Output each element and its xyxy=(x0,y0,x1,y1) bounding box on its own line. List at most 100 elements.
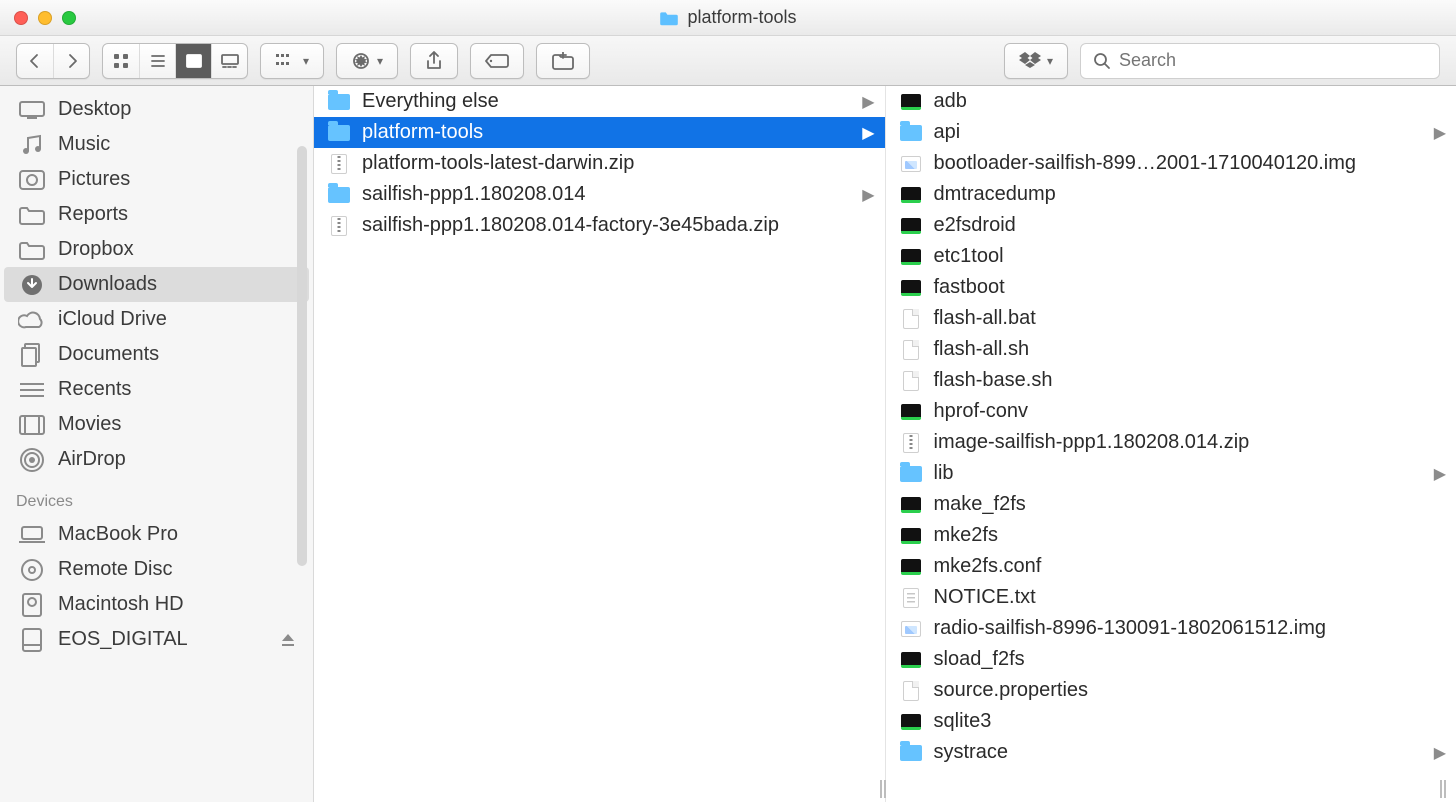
file-row[interactable]: lib▶ xyxy=(886,458,1456,489)
zip-icon xyxy=(328,215,350,237)
nav-back-button[interactable] xyxy=(17,44,53,78)
fullscreen-window-button[interactable] xyxy=(62,11,76,25)
view-icons-button[interactable] xyxy=(103,44,139,78)
file-row[interactable]: image-sailfish-ppp1.180208.014.zip xyxy=(886,427,1456,458)
chevron-right-icon: ▶ xyxy=(1434,743,1446,763)
file-row[interactable]: mke2fs xyxy=(886,520,1456,551)
txt-icon xyxy=(900,587,922,609)
file-row[interactable]: platform-tools-latest-darwin.zip xyxy=(314,148,885,179)
doc-icon xyxy=(900,370,922,392)
sidebar-item-recents[interactable]: Recents xyxy=(4,372,309,407)
sidebar-item-desktop[interactable]: Desktop xyxy=(4,92,309,127)
exec-icon xyxy=(900,91,922,113)
file-name: sailfish-ppp1.180208.014 xyxy=(362,183,586,206)
sidebar[interactable]: Desktop Music Pictures Reports Dropbox D… xyxy=(0,86,314,802)
sidebar-item-label: Music xyxy=(58,133,110,156)
file-row[interactable]: platform-tools▶ xyxy=(314,117,885,148)
nav-forward-button[interactable] xyxy=(53,44,89,78)
file-row[interactable]: systrace ▶ xyxy=(886,737,1456,768)
file-name: systrace xyxy=(934,741,1008,764)
file-name: mke2fs.conf xyxy=(934,555,1042,578)
column-resize-handle[interactable] xyxy=(880,780,890,798)
sidebar-item-music[interactable]: Music xyxy=(4,127,309,162)
sidebar-item-movies[interactable]: Movies xyxy=(4,407,309,442)
desktop-icon xyxy=(18,99,46,121)
share-button[interactable] xyxy=(410,43,458,79)
sidebar-item-label: Remote Disc xyxy=(58,558,172,581)
group-by-button[interactable]: ▾ xyxy=(260,43,324,79)
folder-icon xyxy=(328,122,350,144)
tags-button[interactable] xyxy=(470,43,524,79)
view-list-button[interactable] xyxy=(139,44,175,78)
documents-icon xyxy=(18,344,46,366)
file-row[interactable]: Everything else▶ xyxy=(314,86,885,117)
sidebar-item-label: Documents xyxy=(58,343,159,366)
zip-icon xyxy=(900,432,922,454)
file-row[interactable]: sailfish-ppp1.180208.014-factory-3e45bad… xyxy=(314,210,885,241)
file-row[interactable]: flash-all.bat xyxy=(886,303,1456,334)
exec-icon xyxy=(900,494,922,516)
file-row[interactable]: sload_f2fs xyxy=(886,644,1456,675)
search-input[interactable] xyxy=(1119,50,1427,71)
sidebar-item-label: EOS_DIGITAL xyxy=(58,628,188,651)
file-name: fastboot xyxy=(934,276,1005,299)
file-row[interactable]: source.properties xyxy=(886,675,1456,706)
sidebar-item-macbook-pro[interactable]: MacBook Pro xyxy=(4,517,309,552)
close-window-button[interactable] xyxy=(14,11,28,25)
search-field[interactable] xyxy=(1080,43,1440,79)
sidebar-item-dropbox[interactable]: Dropbox xyxy=(4,232,309,267)
file-row[interactable]: fastboot xyxy=(886,272,1456,303)
airdrop-icon xyxy=(18,449,46,471)
column-resize-handle[interactable] xyxy=(1440,780,1450,798)
file-row[interactable]: mke2fs.conf xyxy=(886,551,1456,582)
img-icon xyxy=(900,153,922,175)
exec-icon xyxy=(900,649,922,671)
file-row[interactable]: bootloader-sailfish-899…2001-1710040120.… xyxy=(886,148,1456,179)
eject-icon[interactable] xyxy=(281,633,295,647)
folder-icon xyxy=(900,463,922,485)
chevron-right-icon: ▶ xyxy=(862,185,874,205)
file-row[interactable]: hprof-conv xyxy=(886,396,1456,427)
sidebar-item-downloads[interactable]: Downloads xyxy=(4,267,309,302)
window-title: platform-tools xyxy=(0,7,1456,28)
sidebar-item-icloud-drive[interactable]: iCloud Drive xyxy=(4,302,309,337)
file-row[interactable]: sailfish-ppp1.180208.014 ▶ xyxy=(314,179,885,210)
sidebar-item-macintosh-hd[interactable]: Macintosh HD xyxy=(4,587,309,622)
minimize-window-button[interactable] xyxy=(38,11,52,25)
sidebar-item-airdrop[interactable]: AirDrop xyxy=(4,442,309,477)
file-row[interactable]: sqlite3 xyxy=(886,706,1456,737)
action-menu-button[interactable]: ▾ xyxy=(336,43,398,79)
sidebar-item-documents[interactable]: Documents xyxy=(4,337,309,372)
file-row[interactable]: NOTICE.txt xyxy=(886,582,1456,613)
file-name: Everything else xyxy=(362,90,499,113)
nav-back-forward xyxy=(16,43,90,79)
file-row[interactable]: adb xyxy=(886,86,1456,117)
file-row[interactable]: api▶ xyxy=(886,117,1456,148)
file-name: mke2fs xyxy=(934,524,998,547)
file-row[interactable]: radio-sailfish-8996-130091-1802061512.im… xyxy=(886,613,1456,644)
sidebar-item-reports[interactable]: Reports xyxy=(4,197,309,232)
file-row[interactable]: etc1tool xyxy=(886,241,1456,272)
file-name: source.properties xyxy=(934,679,1089,702)
sidebar-item-remote-disc[interactable]: Remote Disc xyxy=(4,552,309,587)
view-gallery-button[interactable] xyxy=(211,44,247,78)
sidebar-item-label: Downloads xyxy=(58,273,157,296)
file-row[interactable]: e2fsdroid xyxy=(886,210,1456,241)
music-icon xyxy=(18,134,46,156)
folder-gray-icon xyxy=(18,204,46,226)
file-row[interactable]: dmtracedump xyxy=(886,179,1456,210)
view-columns-button[interactable] xyxy=(175,44,211,78)
column-right[interactable]: adbapi▶bootloader-sailfish-899…2001-1710… xyxy=(885,86,1456,802)
sidebar-item-eos-digital[interactable]: EOS_DIGITAL xyxy=(4,622,309,657)
column-middle[interactable]: Everything else▶platform-tools▶platform-… xyxy=(314,86,885,802)
chevron-down-icon: ▾ xyxy=(1047,54,1053,68)
file-row[interactable]: flash-base.sh xyxy=(886,365,1456,396)
sidebar-item-pictures[interactable]: Pictures xyxy=(4,162,309,197)
file-row[interactable]: flash-all.sh xyxy=(886,334,1456,365)
new-folder-button[interactable] xyxy=(536,43,590,79)
file-row[interactable]: make_f2fs xyxy=(886,489,1456,520)
chevron-right-icon: ▶ xyxy=(1434,123,1446,143)
dropbox-button[interactable]: ▾ xyxy=(1004,43,1068,79)
sidebar-item-label: Macintosh HD xyxy=(58,593,184,616)
downloads-icon xyxy=(18,274,46,296)
